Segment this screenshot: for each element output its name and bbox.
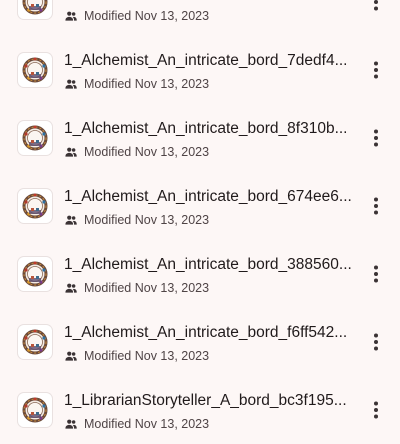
ornate-circular-border-image-icon — [18, 257, 52, 291]
more-vert-icon[interactable] — [364, 124, 388, 152]
file-row[interactable]: Modified Nov 13, 2023 — [0, 0, 400, 36]
ornate-circular-border-image-icon — [18, 53, 52, 87]
shared-people-icon — [64, 349, 78, 363]
ornate-circular-border-image-icon — [18, 325, 52, 359]
modified-date: Modified Nov 13, 2023 — [84, 145, 210, 159]
file-meta: Modified Nov 13, 2023 — [64, 348, 209, 364]
file-meta: Modified Nov 13, 2023 — [64, 144, 209, 160]
more-vert-icon[interactable] — [364, 56, 388, 84]
file-meta: Modified Nov 13, 2023 — [64, 212, 209, 228]
shared-people-icon — [64, 9, 78, 23]
modified-date: Modified Nov 13, 2023 — [84, 281, 210, 295]
file-meta: Modified Nov 13, 2023 — [64, 76, 209, 92]
file-row[interactable]: 1_LibrarianStoryteller_A_bord_bc3f195...… — [0, 376, 400, 444]
ornate-circular-border-image-icon — [18, 0, 52, 19]
modified-date: Modified Nov 13, 2023 — [84, 77, 210, 91]
file-meta: Modified Nov 13, 2023 — [64, 8, 209, 24]
ornate-circular-border-image-icon — [18, 393, 52, 427]
file-name: 1_Alchemist_An_intricate_bord_7dedf4... — [64, 52, 348, 69]
shared-people-icon — [64, 77, 78, 91]
file-name: 1_Alchemist_An_intricate_bord_f6ff542... — [64, 324, 348, 341]
file-meta: Modified Nov 13, 2023 — [64, 416, 209, 432]
more-vert-icon[interactable] — [364, 0, 388, 16]
file-row[interactable]: 1_Alchemist_An_intricate_bord_f6ff542...… — [0, 308, 400, 376]
modified-date: Modified Nov 13, 2023 — [84, 213, 210, 227]
shared-people-icon — [64, 145, 78, 159]
more-vert-icon[interactable] — [364, 396, 388, 424]
file-list: Modified Nov 13, 2023 1_Alchemist_An_int… — [0, 0, 400, 444]
modified-date: Modified Nov 13, 2023 — [84, 417, 210, 431]
more-vert-icon[interactable] — [364, 260, 388, 288]
shared-people-icon — [64, 417, 78, 431]
ornate-circular-border-image-icon — [18, 121, 52, 155]
file-name: 1_Alchemist_An_intricate_bord_674ee6... — [64, 188, 352, 205]
more-vert-icon[interactable] — [364, 328, 388, 356]
modified-date: Modified Nov 13, 2023 — [84, 9, 210, 23]
modified-date: Modified Nov 13, 2023 — [84, 349, 210, 363]
file-meta: Modified Nov 13, 2023 — [64, 280, 209, 296]
file-row[interactable]: 1_Alchemist_An_intricate_bord_388560... … — [0, 240, 400, 308]
shared-people-icon — [64, 213, 78, 227]
ornate-circular-border-image-icon — [18, 189, 52, 223]
file-row[interactable]: 1_Alchemist_An_intricate_bord_8f310b... … — [0, 104, 400, 172]
more-vert-icon[interactable] — [364, 192, 388, 220]
file-name: 1_Alchemist_An_intricate_bord_8f310b... — [64, 120, 348, 137]
file-name: 1_Alchemist_An_intricate_bord_388560... — [64, 256, 352, 273]
file-name: 1_LibrarianStoryteller_A_bord_bc3f195... — [64, 392, 347, 409]
file-row[interactable]: 1_Alchemist_An_intricate_bord_674ee6... … — [0, 172, 400, 240]
file-row[interactable]: 1_Alchemist_An_intricate_bord_7dedf4... … — [0, 36, 400, 104]
shared-people-icon — [64, 281, 78, 295]
